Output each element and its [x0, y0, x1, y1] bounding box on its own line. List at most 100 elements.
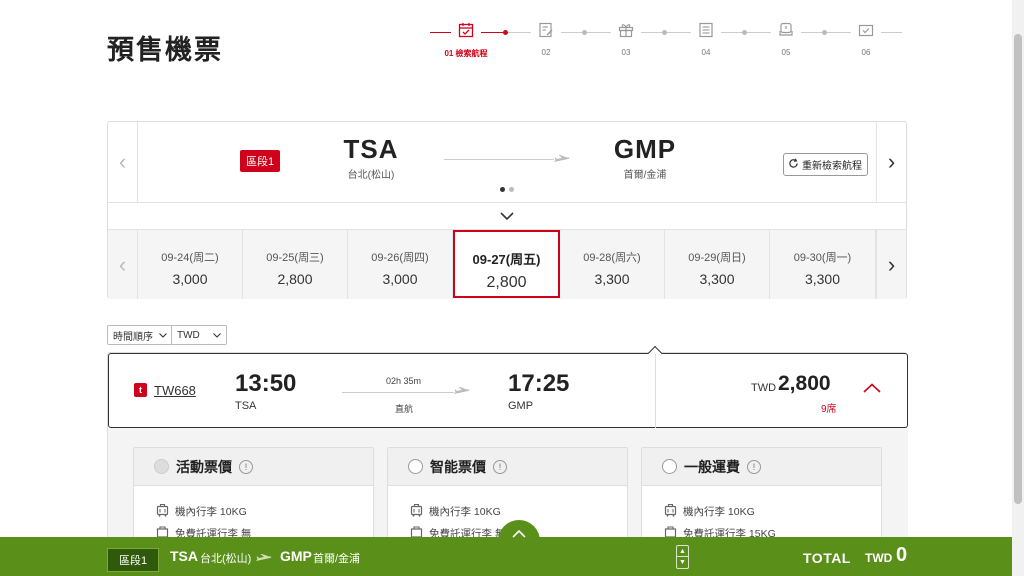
date-option[interactable]: 09-28(周六) 3,300 — [560, 230, 665, 299]
progress-stepper: 01 檢索航程 02 03 04 05 06 — [430, 18, 902, 68]
page-title: 預售機票 — [107, 35, 223, 65]
sort-select-value: 時間順序 — [113, 331, 153, 343]
chevron-up-icon — [512, 530, 526, 538]
page-scrollbar[interactable] — [1012, 0, 1024, 576]
date-label: 09-25(周三) — [266, 252, 324, 264]
expand-summary-button[interactable] — [498, 520, 540, 562]
refresh-icon — [788, 157, 799, 172]
chevron-down-icon — [159, 330, 167, 341]
date-price: 3,300 — [804, 271, 841, 287]
flight-summary[interactable]: t TW668 13:50 TSA 02h 35m 直航 17:25 GMP T… — [108, 345, 908, 428]
segment-stepper[interactable]: ▲ ▼ — [676, 545, 689, 569]
summary-origin-code: TSA — [170, 548, 198, 564]
chevron-down-icon — [213, 330, 221, 341]
date-option-selected[interactable]: 09-27(周五) 2,800 — [453, 230, 560, 298]
seat-icon — [771, 18, 801, 46]
date-option[interactable]: 09-30(周一) 3,300 — [770, 230, 876, 299]
origin-airport: TSA 台北(松山) — [338, 134, 404, 181]
flight-number-link[interactable]: TW668 — [154, 383, 196, 398]
route-next-button[interactable]: › — [876, 122, 906, 202]
collapse-flight-button[interactable] — [863, 380, 881, 398]
step-6: 06 — [836, 18, 896, 57]
chevron-left-icon: ‹ — [118, 251, 127, 277]
chevron-up-icon — [863, 383, 881, 393]
step-2: 02 — [516, 18, 576, 57]
flight-duration: 02h 35m — [386, 376, 422, 386]
date-label: 09-29(周日) — [688, 252, 746, 264]
date-selector: ‹ 09-24(周二) 3,000 09-25(周三) 2,800 09-26(… — [108, 230, 906, 299]
luggage-icon — [410, 503, 423, 520]
info-icon[interactable]: ! — [747, 459, 761, 474]
cabin-baggage-row: 機內行李 10KG — [664, 500, 881, 522]
step-label: 03 — [621, 48, 631, 57]
arrival-time: 17:25 — [508, 370, 570, 397]
date-label: 09-24(周二) — [161, 252, 219, 264]
step-label: 06 — [861, 48, 871, 57]
date-option[interactable]: 09-29(周日) 3,300 — [665, 230, 770, 299]
date-price: 3,300 — [699, 271, 735, 287]
stepper-dot — [503, 30, 508, 35]
chevron-left-icon: ‹ — [118, 149, 127, 174]
total-amount: 0 — [896, 544, 908, 566]
refresh-search-button[interactable]: 重新檢索航程 — [783, 153, 868, 176]
step-5: 05 — [756, 18, 816, 57]
step-label: 04 — [701, 48, 711, 57]
info-icon[interactable]: ! — [239, 459, 253, 474]
pager-dot[interactable] — [509, 187, 514, 192]
stepper-dot — [582, 30, 587, 35]
cabin-baggage-row: 機內行李 10KG — [410, 500, 627, 522]
plane-icon — [454, 384, 470, 402]
step-4: 04 — [676, 18, 736, 57]
chevron-right-icon: › — [887, 251, 896, 277]
date-price: 2,800 — [486, 274, 527, 291]
dates-next-button[interactable]: › — [876, 230, 906, 299]
fare-radio[interactable] — [408, 459, 423, 474]
date-label: 09-26(周四) — [371, 252, 429, 264]
date-price: 3,300 — [594, 271, 630, 287]
price-currency: TWD — [751, 382, 777, 394]
plane-icon — [554, 152, 570, 170]
segment-badge: 區段1 — [240, 150, 281, 172]
fare-header: 智能票價 ! — [388, 448, 627, 486]
sort-select[interactable]: 時間順序 — [107, 325, 173, 345]
refresh-search-label: 重新檢索航程 — [802, 161, 862, 172]
check-card-icon — [851, 18, 881, 46]
route-prev-button[interactable]: ‹ — [108, 122, 138, 202]
cabin-baggage-text: 機內行李 10KG — [683, 505, 755, 518]
document-list-icon — [691, 18, 721, 46]
route-line — [444, 159, 554, 160]
scrollbar-thumb[interactable] — [1014, 34, 1022, 504]
step-label: 01 檢索航程 — [444, 49, 488, 58]
step-label: 05 — [781, 48, 791, 57]
departure-code: TSA — [235, 400, 257, 412]
step-3: 03 — [596, 18, 656, 57]
fare-radio[interactable] — [662, 459, 677, 474]
airline-logo-icon: t — [134, 383, 147, 397]
chevron-down-icon[interactable]: ▼ — [677, 557, 688, 568]
flight-type: 直航 — [395, 404, 414, 414]
seats-remaining: 9席 — [821, 404, 837, 415]
destination-airport: GMP 首爾/金浦 — [610, 134, 680, 181]
stepper-dot — [822, 30, 827, 35]
currency-select-value: TWD — [177, 329, 200, 341]
route-card: ‹ 區段1 TSA 台北(松山) GMP 首爾/金浦 重新檢索航程 › ‹ 09… — [107, 121, 907, 299]
pager-dot[interactable] — [500, 187, 505, 192]
date-option[interactable]: 09-25(周三) 2,800 — [243, 230, 348, 299]
info-icon[interactable]: ! — [493, 459, 507, 474]
origin-city: 台北(松山) — [347, 170, 395, 181]
cabin-baggage-text: 機內行李 10KG — [175, 505, 247, 518]
expand-route-toggle[interactable] — [108, 203, 906, 230]
cabin-baggage-row: 機內行李 10KG — [156, 500, 373, 522]
destination-code: GMP — [613, 134, 677, 164]
chevron-up-icon[interactable]: ▲ — [677, 546, 688, 557]
route-header: ‹ 區段1 TSA 台北(松山) GMP 首爾/金浦 重新檢索航程 › — [108, 122, 906, 203]
origin-code: TSA — [343, 134, 399, 164]
date-option[interactable]: 09-24(周二) 3,000 — [138, 230, 243, 299]
step-label: 02 — [541, 48, 551, 57]
total-label: TOTAL — [803, 550, 851, 566]
date-option[interactable]: 09-26(周四) 3,000 — [348, 230, 453, 299]
summary-destination-code: GMP — [280, 548, 312, 564]
dates-prev-button[interactable]: ‹ — [108, 230, 138, 299]
currency-select[interactable]: TWD — [171, 325, 227, 345]
fare-radio[interactable] — [154, 459, 169, 474]
